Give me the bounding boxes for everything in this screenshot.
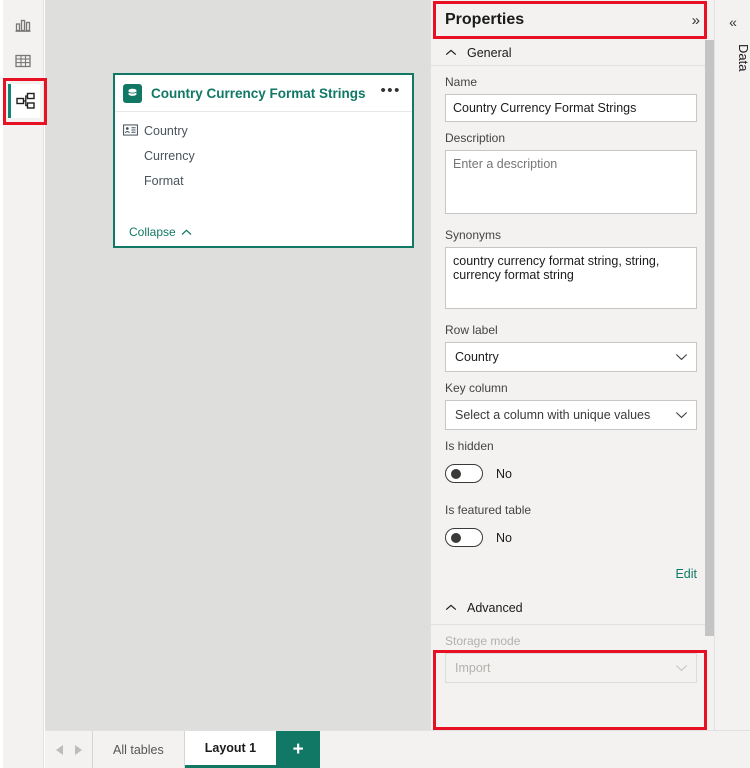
chevron-up-icon: [445, 49, 459, 56]
chevron-left-icon[interactable]: [55, 744, 63, 755]
table-card-field-list: Country Currency Format: [115, 112, 412, 218]
power-bi-model-view: Country Currency Format Strings ••• Coun…: [0, 0, 750, 768]
storage-mode-label: Storage mode: [445, 634, 521, 648]
is-featured-label: Is featured table: [445, 503, 532, 517]
section-label: Advanced: [467, 600, 523, 615]
chevron-down-icon: [675, 353, 688, 361]
table-card[interactable]: Country Currency Format Strings ••• Coun…: [113, 73, 414, 248]
toggle-knob: [451, 533, 461, 543]
table-card-more-menu[interactable]: •••: [377, 83, 404, 101]
edit-link[interactable]: Edit: [675, 567, 697, 581]
key-column-value: Select a column with unique values: [455, 408, 651, 422]
name-input[interactable]: [445, 94, 697, 122]
field-group-row-label: Row label Country: [431, 314, 714, 372]
properties-pane: Properties » General Name Description Sy…: [430, 0, 714, 730]
key-column-dropdown[interactable]: Select a column with unique values: [445, 400, 697, 430]
is-hidden-row: No: [445, 464, 697, 483]
chevron-double-right-icon[interactable]: »: [692, 13, 700, 28]
is-featured-row: No: [445, 528, 697, 547]
bar-chart-icon: [13, 15, 33, 35]
table-card-title: Country Currency Format Strings: [151, 85, 366, 101]
data-pane-rail: « Data: [714, 0, 750, 730]
is-hidden-label: Is hidden: [445, 439, 494, 453]
table-card-header[interactable]: Country Currency Format Strings •••: [115, 75, 412, 112]
sidebar-item-model-view[interactable]: [8, 84, 40, 118]
table-field-currency[interactable]: Currency: [115, 143, 412, 168]
collapse-button[interactable]: Collapse: [129, 225, 192, 239]
field-group-description: Description: [431, 122, 714, 219]
properties-header: Properties »: [431, 0, 714, 40]
field-group-name: Name: [431, 66, 714, 122]
page-tab-bar: All tables Layout 1 +: [45, 730, 750, 768]
data-pane-label[interactable]: Data: [715, 44, 750, 71]
table-database-icon: [123, 83, 142, 103]
field-group-synonyms: Synonyms: [431, 219, 714, 314]
table-field-label: Country: [144, 123, 188, 138]
chevron-double-left-icon[interactable]: «: [715, 14, 750, 30]
tab-all-tables[interactable]: All tables: [93, 731, 185, 768]
field-group-storage-mode: Storage mode Import: [431, 625, 714, 683]
sidebar-item-report-view[interactable]: [6, 8, 40, 42]
table-field-label: Currency: [144, 148, 195, 163]
table-field-country[interactable]: Country: [115, 118, 412, 143]
toggle-knob: [451, 469, 461, 479]
chevron-up-icon: [181, 225, 192, 239]
chevron-down-icon: [675, 664, 688, 672]
grid-table-icon: [13, 51, 33, 71]
chevron-up-icon: [445, 604, 459, 611]
description-label: Description: [445, 131, 506, 145]
edit-row: Edit: [431, 567, 714, 581]
tab-layout-1[interactable]: Layout 1: [184, 731, 277, 768]
row-label-dropdown[interactable]: Country: [445, 342, 697, 372]
add-layout-button[interactable]: +: [276, 731, 321, 768]
section-header-general[interactable]: General: [431, 40, 714, 66]
chevron-right-icon[interactable]: [74, 744, 82, 755]
storage-mode-value: Import: [455, 661, 491, 675]
field-group-key-column: Key column Select a column with unique v…: [431, 372, 714, 430]
table-field-label: Format: [144, 173, 184, 188]
section-label: General: [467, 45, 512, 60]
tab-nav-arrows: [45, 731, 93, 768]
synonyms-textarea[interactable]: [445, 247, 697, 309]
description-textarea[interactable]: [445, 150, 697, 214]
is-hidden-value: No: [496, 466, 512, 481]
storage-mode-dropdown: Import: [445, 653, 697, 683]
sidebar-item-table-view[interactable]: [6, 44, 40, 78]
synonyms-label: Synonyms: [445, 228, 502, 242]
view-switcher-rail: [0, 0, 44, 768]
table-card-footer: Collapse: [115, 218, 412, 246]
row-label-value: Country: [455, 350, 499, 364]
model-relationship-icon: [15, 91, 37, 111]
field-group-is-hidden: Is hidden No: [431, 430, 714, 483]
name-label: Name: [445, 75, 478, 89]
page-title: Properties: [445, 11, 525, 28]
chevron-down-icon: [675, 411, 688, 419]
key-column-label: Key column: [445, 381, 508, 395]
scrollbar-thumb[interactable]: [705, 40, 714, 636]
is-featured-value: No: [496, 530, 512, 545]
table-field-format[interactable]: Format: [115, 168, 412, 193]
is-hidden-toggle[interactable]: [445, 464, 483, 483]
is-featured-toggle[interactable]: [445, 528, 483, 547]
model-canvas[interactable]: Country Currency Format Strings ••• Coun…: [45, 0, 430, 730]
section-header-advanced[interactable]: Advanced: [431, 591, 714, 625]
properties-scrollbar[interactable]: [705, 40, 714, 730]
field-group-is-featured: Is featured table No: [431, 483, 714, 547]
collapse-label: Collapse: [129, 225, 176, 239]
row-label-label: Row label: [445, 323, 498, 337]
row-label-card-icon: [123, 124, 139, 137]
